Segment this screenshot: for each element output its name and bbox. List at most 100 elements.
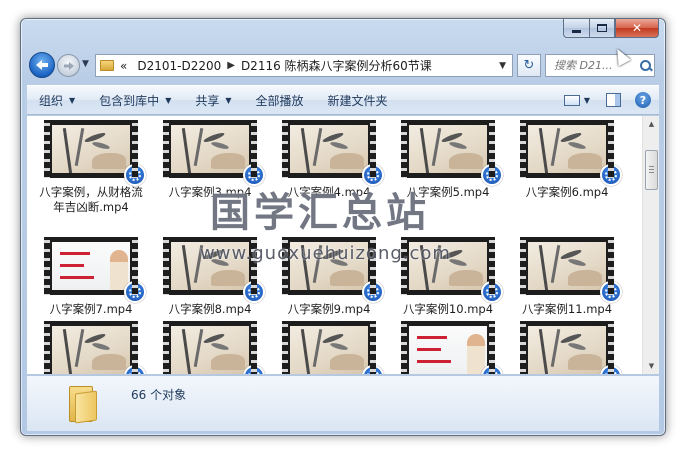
bamboo xyxy=(312,329,323,367)
film-reel-icon xyxy=(486,286,498,298)
thumbnail-frame xyxy=(290,326,368,374)
back-button[interactable] xyxy=(29,52,55,78)
file-name: 八字案例6.mp4 xyxy=(525,185,609,199)
breadcrumb-item[interactable]: D2116 陈柄森八字案例分析60节课 xyxy=(241,57,432,74)
refresh-icon: ↻ xyxy=(523,58,535,73)
chevron-down-icon[interactable]: ▼ xyxy=(499,61,506,71)
rock xyxy=(92,354,126,370)
leaf xyxy=(329,140,349,151)
rock xyxy=(330,354,364,370)
leaf xyxy=(567,140,587,151)
search-icon[interactable] xyxy=(640,59,651,72)
caption-buttons: ✕ xyxy=(563,19,659,39)
maximize-button[interactable] xyxy=(589,19,615,38)
arrow-right-icon xyxy=(63,61,74,70)
thumbnail-frame xyxy=(409,125,487,173)
media-player-icon xyxy=(243,281,265,303)
video-thumbnail xyxy=(282,120,384,186)
film-reel-icon xyxy=(129,370,141,374)
thumbnail-frame xyxy=(528,125,606,173)
media-player-icon xyxy=(124,365,146,374)
rock xyxy=(449,153,483,169)
file-item[interactable]: 八字案例，从财格流年吉凶断.mp4 xyxy=(35,120,147,215)
film-reel-icon xyxy=(248,286,260,298)
chevron-down-icon[interactable]: ▼ xyxy=(584,96,590,105)
video-thumbnail xyxy=(44,321,146,374)
bamboo xyxy=(74,128,85,166)
board-line xyxy=(417,360,451,363)
video-thumbnail xyxy=(520,321,622,374)
bamboo xyxy=(538,329,549,374)
command-bar: 组织 ▼ 包含到库中 ▼ 共享 ▼ 全部播放 新建文件夹 ▼ ? xyxy=(27,85,659,115)
file-item[interactable]: 八字案例11.mp4 xyxy=(511,237,623,317)
thumbnail-frame xyxy=(52,125,130,173)
forward-button[interactable] xyxy=(57,54,80,77)
bamboo xyxy=(550,128,561,166)
scroll-down-icon[interactable]: ▼ xyxy=(644,358,659,374)
leaf xyxy=(329,341,349,352)
breadcrumb-item[interactable]: D2101-D2200 xyxy=(137,59,221,73)
file-name: 八字案例11.mp4 xyxy=(521,302,613,316)
rock xyxy=(449,270,483,286)
thumbnail-frame xyxy=(290,125,368,173)
video-thumbnail xyxy=(401,321,503,374)
include-in-library-menu[interactable]: 包含到库中 ▼ xyxy=(87,86,183,114)
leaf xyxy=(448,257,468,268)
watermark-title: 国学汇总站 xyxy=(210,190,430,236)
file-item[interactable] xyxy=(154,321,266,374)
bamboo xyxy=(550,329,561,367)
new-folder-label: 新建文件夹 xyxy=(327,93,388,108)
search-box[interactable] xyxy=(545,54,655,77)
chevron-right-icon[interactable]: ▶ xyxy=(227,60,235,71)
video-thumbnail xyxy=(520,237,622,303)
bamboo xyxy=(74,329,85,367)
media-player-icon xyxy=(481,281,503,303)
media-player-icon xyxy=(362,281,384,303)
film-reel-icon xyxy=(367,286,379,298)
file-item[interactable] xyxy=(273,321,385,374)
preview-pane-icon[interactable] xyxy=(606,93,621,107)
minimize-button[interactable] xyxy=(563,19,589,38)
recent-pages-dropdown[interactable]: ▼ xyxy=(82,59,89,69)
rock xyxy=(330,153,364,169)
file-item[interactable] xyxy=(35,321,147,374)
video-thumbnail xyxy=(401,120,503,186)
bamboo xyxy=(193,128,204,166)
board-line xyxy=(417,336,447,339)
bamboo xyxy=(193,329,204,367)
bamboo xyxy=(538,128,549,173)
scroll-up-icon[interactable]: ▲ xyxy=(644,116,659,132)
bamboo xyxy=(550,245,561,283)
grip-icon xyxy=(649,166,654,174)
change-view-icon[interactable] xyxy=(563,94,580,106)
share-menu[interactable]: 共享 ▼ xyxy=(183,86,243,114)
video-thumbnail xyxy=(163,120,265,186)
leaf xyxy=(448,140,468,151)
play-all-label: 全部播放 xyxy=(255,93,304,108)
folder-icon xyxy=(100,60,114,71)
leaf xyxy=(91,341,111,352)
play-all-button[interactable]: 全部播放 xyxy=(244,86,316,114)
vertical-scrollbar[interactable]: ▲ ▼ xyxy=(642,116,659,374)
file-item[interactable]: 八字案例6.mp4 xyxy=(511,120,623,200)
breadcrumb-overflow[interactable]: « xyxy=(120,59,127,73)
item-count: 66 个对象 xyxy=(131,388,187,402)
help-icon[interactable]: ? xyxy=(635,92,651,108)
file-item[interactable] xyxy=(392,321,504,374)
address-bar[interactable]: « D2101-D2200 ▶ D2116 陈柄森八字案例分析60节课 ▼ xyxy=(95,54,513,77)
scrollbar-thumb[interactable] xyxy=(645,150,658,190)
leaf xyxy=(210,140,230,151)
close-icon: ✕ xyxy=(631,21,643,35)
thumbnail-frame xyxy=(52,326,130,374)
rock xyxy=(568,153,602,169)
thumbnail-frame xyxy=(409,326,487,374)
file-item[interactable] xyxy=(511,321,623,374)
film-reel-icon xyxy=(486,169,498,181)
file-item[interactable]: 八字案例7.mp4 xyxy=(35,237,147,317)
close-button[interactable]: ✕ xyxy=(615,19,659,38)
refresh-button[interactable]: ↻ xyxy=(517,54,541,77)
board-line xyxy=(60,252,90,255)
new-folder-button[interactable]: 新建文件夹 xyxy=(316,86,400,114)
organize-menu[interactable]: 组织 ▼ xyxy=(27,86,87,114)
include-library-label: 包含到库中 xyxy=(99,93,160,108)
